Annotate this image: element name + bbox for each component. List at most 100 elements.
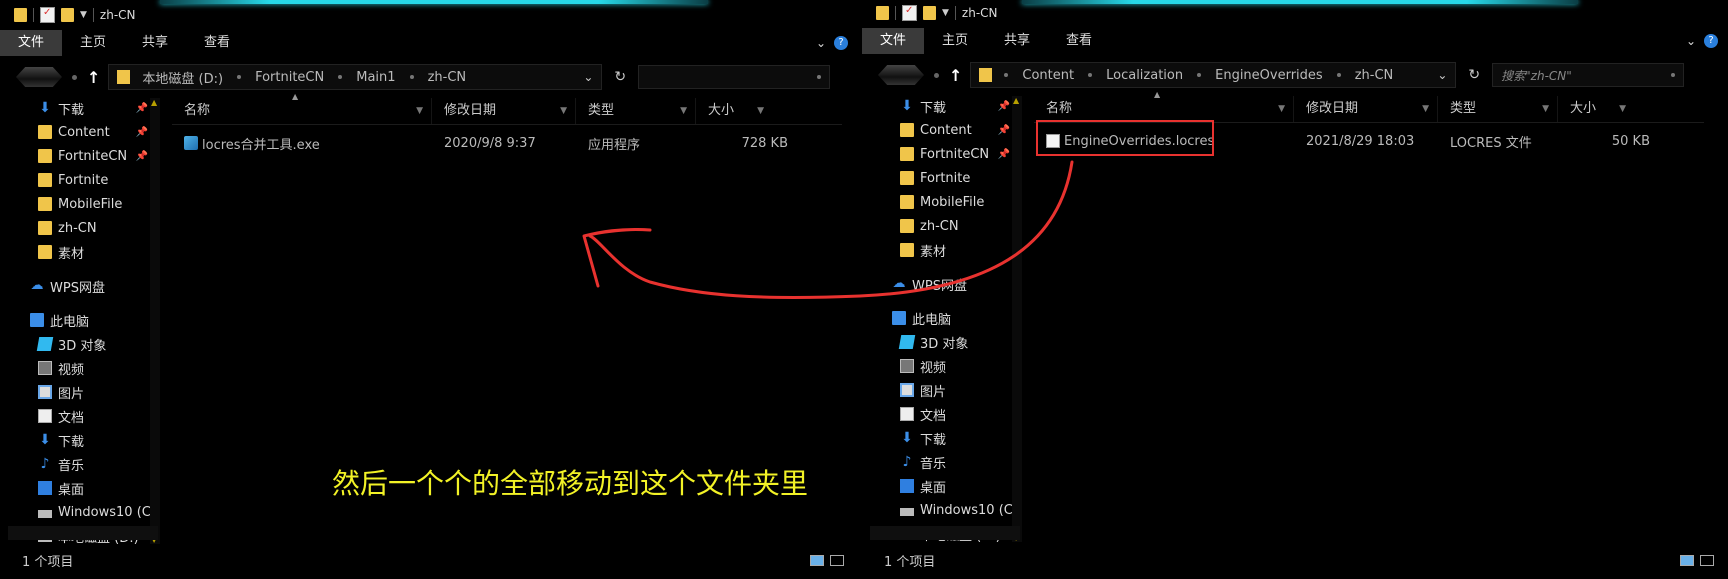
- column-header-date[interactable]: 修改日期 ▼: [432, 98, 576, 124]
- recent-locations-dropdown[interactable]: [72, 74, 77, 80]
- nav-pane-scrollbar[interactable]: ▲ ▼: [1012, 96, 1022, 542]
- column-header-type[interactable]: 类型 ▼: [1438, 96, 1558, 122]
- tab-file[interactable]: 文件: [862, 28, 925, 54]
- address-bar[interactable]: Content Localization EngineOverrides zh-…: [970, 62, 1457, 88]
- breadcrumb-separator[interactable]: [1088, 73, 1093, 77]
- breadcrumb-separator[interactable]: [1336, 73, 1341, 77]
- up-arrow-icon[interactable]: ↑: [949, 66, 962, 85]
- breadcrumb-segment[interactable]: Content: [1022, 68, 1074, 83]
- refresh-icon[interactable]: ↻: [1468, 67, 1480, 83]
- sidebar-item[interactable]: 文档: [30, 404, 152, 428]
- column-header-date[interactable]: 修改日期 ▼: [1294, 96, 1438, 122]
- refresh-icon[interactable]: ↻: [614, 69, 626, 85]
- breadcrumb-separator[interactable]: [338, 75, 343, 79]
- sidebar-item[interactable]: ♪ 音乐: [892, 450, 1014, 474]
- large-icons-view-icon[interactable]: [1700, 554, 1714, 566]
- ribbon-expand-chevron-icon[interactable]: ⌄: [1686, 34, 1696, 48]
- sidebar-item[interactable]: 视频: [892, 354, 1014, 378]
- tab-home[interactable]: 主页: [62, 30, 124, 56]
- sidebar-item[interactable]: 3D 对象: [30, 332, 152, 356]
- breadcrumb-segment[interactable]: zh-CN: [1355, 68, 1394, 83]
- recent-locations-dropdown[interactable]: [934, 72, 939, 78]
- properties-icon[interactable]: [902, 5, 917, 21]
- up-arrow-icon[interactable]: ↑: [87, 68, 100, 87]
- sidebar-item[interactable]: 桌面: [892, 474, 1014, 498]
- sidebar-item[interactable]: Windows10 (C:: [892, 498, 1017, 522]
- scroll-up-arrow-icon[interactable]: ▲: [1013, 96, 1019, 105]
- column-header-type[interactable]: 类型 ▼: [576, 98, 696, 124]
- breadcrumb-segment[interactable]: 本地磁盘 (D:): [142, 68, 223, 87]
- sidebar-item[interactable]: 图片: [892, 378, 1014, 402]
- chevron-down-icon[interactable]: ⌄: [1437, 68, 1447, 82]
- scroll-up-arrow-icon[interactable]: ▲: [151, 98, 157, 107]
- tab-share[interactable]: 共享: [124, 30, 186, 56]
- sidebar-item[interactable]: Content 📌: [892, 118, 1014, 142]
- sidebar-item-this-pc[interactable]: 此电脑: [30, 308, 152, 332]
- sidebar-item[interactable]: MobileFile: [892, 190, 1014, 214]
- sidebar-item[interactable]: 3D 对象: [892, 330, 1014, 354]
- search-icon[interactable]: [817, 75, 822, 79]
- help-icon[interactable]: ?: [834, 36, 848, 50]
- search-input[interactable]: [638, 65, 831, 89]
- tab-home[interactable]: 主页: [924, 28, 986, 54]
- sidebar-item-this-pc[interactable]: 此电脑: [892, 306, 1014, 330]
- details-view-icon[interactable]: [1680, 554, 1694, 566]
- sidebar-item[interactable]: ⬇ 下载: [892, 426, 1014, 450]
- help-icon[interactable]: ?: [1704, 34, 1718, 48]
- sidebar-item[interactable]: zh-CN: [30, 216, 152, 240]
- sidebar-item-wps-cloud[interactable]: ☁ WPS网盘: [892, 272, 1014, 296]
- tab-file[interactable]: 文件: [0, 30, 63, 56]
- breadcrumb-segment[interactable]: zh-CN: [428, 70, 467, 85]
- folder-icon[interactable]: [14, 8, 27, 22]
- nav-pane-horizontal-scrollbar[interactable]: [8, 526, 158, 540]
- column-header-size[interactable]: 大小 ▼: [696, 98, 772, 124]
- ribbon-expand-chevron-icon[interactable]: ⌄: [816, 36, 826, 50]
- sidebar-item[interactable]: Content 📌: [30, 120, 152, 144]
- breadcrumb-segment[interactable]: FortniteCN: [255, 70, 324, 85]
- sidebar-item[interactable]: ⬇ 下载: [30, 428, 152, 452]
- sidebar-item-wps-cloud[interactable]: ☁ WPS网盘: [30, 274, 152, 298]
- tab-share[interactable]: 共享: [986, 28, 1048, 54]
- breadcrumb-separator[interactable]: [1197, 73, 1202, 77]
- sidebar-item[interactable]: Windows10 (C:: [30, 500, 155, 524]
- back-forward-buttons[interactable]: [878, 65, 924, 85]
- file-name-cell[interactable]: locres合并工具.exe: [172, 134, 432, 153]
- column-header-name[interactable]: 名称 ▼: [1034, 96, 1294, 122]
- chevron-down-icon[interactable]: ▼: [80, 10, 87, 20]
- sidebar-item[interactable]: 视频: [30, 356, 152, 380]
- sidebar-item[interactable]: Fortnite: [892, 166, 1014, 190]
- sidebar-item[interactable]: ⬇ 下载 📌: [892, 94, 1014, 118]
- new-folder-icon[interactable]: [61, 8, 74, 22]
- new-folder-icon[interactable]: [923, 6, 936, 20]
- chevron-down-icon[interactable]: ▼: [942, 8, 949, 18]
- column-header-name[interactable]: 名称 ▼: [172, 98, 432, 124]
- large-icons-view-icon[interactable]: [830, 554, 844, 566]
- sidebar-item[interactable]: 桌面: [30, 476, 152, 500]
- breadcrumb-separator[interactable]: [1004, 73, 1009, 77]
- properties-icon[interactable]: [40, 7, 55, 23]
- breadcrumb-segment[interactable]: Main1: [356, 70, 395, 85]
- breadcrumb-separator[interactable]: [409, 75, 414, 79]
- file-row[interactable]: locres合并工具.exe 2020/9/8 9:37 应用程序 728 KB: [172, 129, 842, 157]
- tab-view[interactable]: 查看: [1048, 28, 1110, 54]
- sidebar-item[interactable]: MobileFile: [30, 192, 152, 216]
- address-bar[interactable]: 本地磁盘 (D:) FortniteCN Main1 zh-CN ⌄: [108, 64, 603, 90]
- sidebar-item[interactable]: 文档: [892, 402, 1014, 426]
- search-icon[interactable]: [1671, 73, 1676, 77]
- breadcrumb-separator[interactable]: [237, 75, 242, 79]
- sidebar-item[interactable]: FortniteCN 📌: [30, 144, 152, 168]
- folder-icon[interactable]: [876, 6, 889, 20]
- column-header-size[interactable]: 大小 ▼: [1558, 96, 1634, 122]
- nav-pane-horizontal-scrollbar[interactable]: [870, 526, 1020, 540]
- breadcrumb-segment[interactable]: Localization: [1106, 68, 1183, 83]
- sidebar-item[interactable]: Fortnite: [30, 168, 152, 192]
- breadcrumb-segment[interactable]: EngineOverrides: [1215, 68, 1323, 83]
- nav-pane-scrollbar[interactable]: ▲ ▼: [150, 98, 160, 544]
- chevron-down-icon[interactable]: ⌄: [583, 70, 593, 84]
- tab-view[interactable]: 查看: [186, 30, 248, 56]
- sidebar-item[interactable]: zh-CN: [892, 214, 1014, 238]
- details-view-icon[interactable]: [810, 554, 824, 566]
- file-row[interactable]: EngineOverrides.locres 2021/8/29 18:03 L…: [1034, 127, 1704, 155]
- back-forward-buttons[interactable]: [16, 67, 62, 87]
- file-name-cell[interactable]: EngineOverrides.locres: [1034, 134, 1294, 149]
